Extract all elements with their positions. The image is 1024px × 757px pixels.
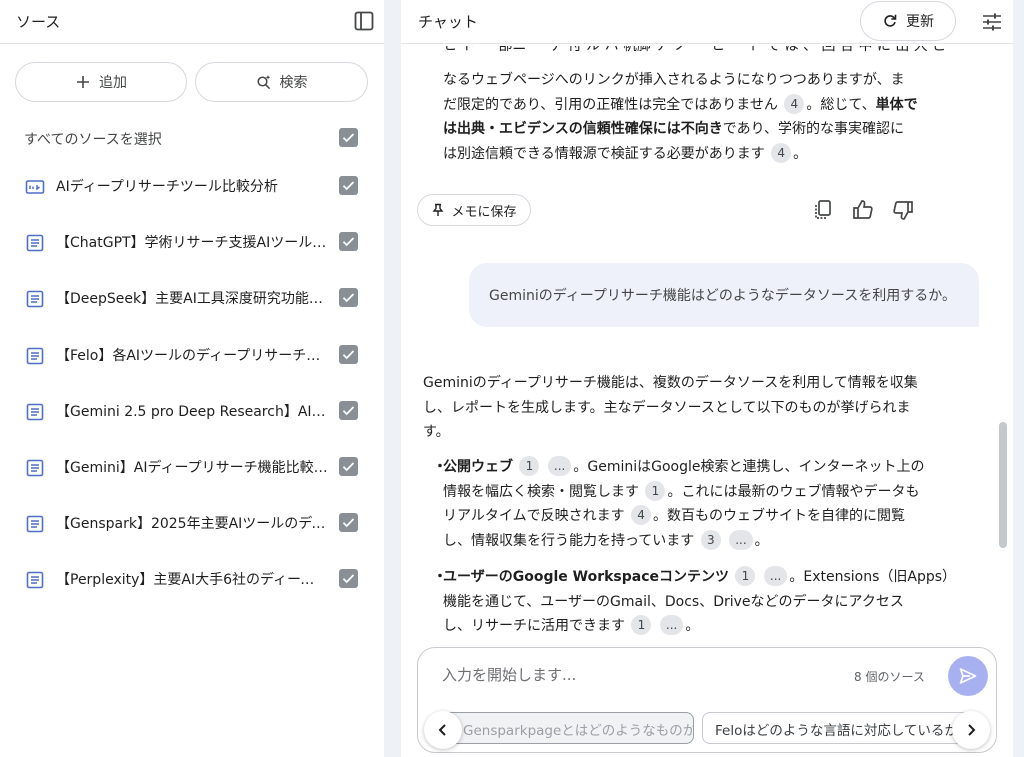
sources-panel: ソース 追加 検索 すべてのソースを選択 AIディープリサーチツール比較分析【C… <box>0 0 384 757</box>
report-icon <box>25 177 45 197</box>
refresh-label: 更新 <box>906 14 934 30</box>
check-icon <box>342 574 355 584</box>
source-item[interactable]: 【DeepSeek】主要AI工具深度研究功能详细对比 <box>0 276 384 320</box>
answer-intro: Geminiのディープリサーチ機能は、複数のデータソースを利用して情報を収集 し… <box>423 375 918 440</box>
source-item[interactable]: 【Genspark】2025年主要AIツールのディープリサーチ機能比較 <box>0 501 384 545</box>
source-checkbox[interactable] <box>339 513 358 533</box>
source-checkbox[interactable] <box>339 176 358 195</box>
source-item-title: 【Gemini】AIディープリサーチ機能比較レポート <box>56 460 328 476</box>
source-checkbox[interactable] <box>339 457 358 476</box>
check-icon <box>342 293 355 303</box>
refresh-button[interactable]: 更新 <box>860 1 956 41</box>
tune-settings-icon[interactable] <box>981 11 1003 33</box>
chat-header: チャット 更新 <box>401 0 1013 44</box>
source-checkbox[interactable] <box>339 400 358 420</box>
check-icon <box>342 349 355 359</box>
collapse-panel-icon[interactable] <box>354 11 374 31</box>
source-item[interactable]: AIディープリサーチツール比較分析 <box>0 164 384 208</box>
source-item-title: 【Perplexity】主要AI大手6社のディープリサーチ機能比較 <box>56 572 328 589</box>
citation-chip[interactable]: 4 <box>784 93 805 114</box>
document-icon <box>25 458 45 478</box>
citation-chip[interactable]: 1 <box>645 480 666 501</box>
source-item-title: 【ChatGPT】学術リサーチ支援AIツール6選：国内外製品の機能・料金を徹底比… <box>56 235 328 252</box>
chat-composer: 8 個のソース Gensparkpageとはどのようなものか。 Feloはどのよ… <box>417 647 997 753</box>
thumbs-up-icon[interactable] <box>851 198 875 222</box>
source-item-title: 【Genspark】2025年主要AIツールのディープリサーチ機能比較 <box>56 516 328 533</box>
citation-more-chip[interactable]: ... <box>763 566 788 586</box>
source-item[interactable]: 【Perplexity】主要AI大手6社のディープリサーチ機能比較 <box>0 557 384 601</box>
select-all-checkbox[interactable] <box>339 128 358 147</box>
select-all-row[interactable]: すべてのソースを選択 <box>24 125 360 151</box>
suggestions-next-button[interactable] <box>952 711 990 749</box>
check-icon <box>342 237 355 247</box>
source-checkbox[interactable] <box>339 288 358 308</box>
citation-more-chip[interactable]: ... <box>729 529 753 550</box>
document-icon <box>25 289 45 309</box>
sources-header: ソース <box>0 0 384 44</box>
suggestion-chips: Gensparkpageとはどのようなものか。 Feloはどのような言語に対応し… <box>418 712 996 746</box>
check-icon <box>342 181 355 191</box>
source-checkbox[interactable] <box>339 344 358 364</box>
chat-input[interactable] <box>442 666 822 684</box>
document-icon <box>25 233 45 253</box>
refresh-icon <box>884 14 897 27</box>
citation-more-chip[interactable]: ... <box>547 456 572 476</box>
citation-chip[interactable]: 4 <box>631 505 652 525</box>
chevron-left-icon <box>438 724 446 736</box>
source-checkbox[interactable] <box>339 569 358 589</box>
check-icon <box>342 518 355 528</box>
answer-cut-line: ヒ ト ・ 部ニ ー テ 付 ル ハ 帆脚 ア ノ ー ヒ ー ト で は 、 … <box>443 46 947 54</box>
citation-chip[interactable]: 3 <box>700 529 721 550</box>
chat-title: チャット <box>418 13 478 31</box>
check-icon <box>342 133 355 143</box>
select-all-label: すべてのソースを選択 <box>24 132 162 148</box>
plus-icon <box>77 76 89 88</box>
document-icon <box>25 402 45 422</box>
save-to-note-button[interactable]: メモに保存 <box>417 194 531 226</box>
source-item-title: 【Felo】各AIツールのディープリサーチ機能比較 <box>56 347 328 364</box>
copy-icon[interactable] <box>811 198 835 222</box>
suggestion-chip[interactable]: Feloはどのような言語に対応しているか。 <box>702 712 978 744</box>
sources-title: ソース <box>16 13 61 31</box>
source-item[interactable]: 【Gemini 2.5 pro Deep Research】AIツールのディープ… <box>0 389 384 433</box>
suggestion-chip[interactable]: Gensparkpageとはどのようなものか。 <box>436 712 694 744</box>
citation-more-chip[interactable]: ... <box>659 615 684 635</box>
source-item[interactable]: 【ChatGPT】学術リサーチ支援AIツール6選：国内外製品の機能・料金を徹底比… <box>0 220 384 264</box>
search-sparkle-icon <box>256 75 270 90</box>
answer-bullet-workspace: ・ ユーザーのGoogle Workspaceコンテンツ 1 ... 。Exten… <box>433 565 956 639</box>
source-item-title: 【Gemini 2.5 pro Deep Research】AIツールのディープ… <box>56 403 328 420</box>
citation-chip[interactable]: 1 <box>519 456 540 476</box>
check-icon <box>342 462 355 472</box>
chevron-right-icon <box>968 724 976 736</box>
search-sources-label: 検索 <box>279 75 308 91</box>
send-icon <box>959 668 977 684</box>
source-item-title: AIディープリサーチツール比較分析 <box>56 179 278 195</box>
document-icon <box>25 570 45 590</box>
document-icon <box>25 346 45 366</box>
thumbs-down-icon[interactable] <box>891 198 915 222</box>
source-item[interactable]: 【Felo】各AIツールのディープリサーチ機能比較 <box>0 333 384 377</box>
prev-answer-text: なるウェブページへのリンクが挿入されるようになりつつありますが、ま だ限定的であ… <box>443 72 918 163</box>
user-message-text: Geminiのディープリサーチ機能はどのようなデータソースを利用するか。 <box>489 288 956 304</box>
add-source-button[interactable]: 追加 <box>15 62 187 102</box>
chat-panel: チャット 更新 ヒ ト ・ 部ニ ー テ 付 ル ハ 帆脚 ア ノ ー ヒ ー … <box>401 0 1013 757</box>
citation-chip[interactable]: 1 <box>735 566 756 586</box>
check-icon <box>342 406 355 416</box>
citation-chip[interactable]: 1 <box>631 615 652 635</box>
source-item[interactable]: 【Gemini】AIディープリサーチ機能比較レポート <box>0 445 384 489</box>
user-message: Geminiのディープリサーチ機能はどのようなデータソースを利用するか。 <box>469 263 979 327</box>
send-button[interactable] <box>948 656 988 696</box>
answer-bullet-public-web: ・ 公開ウェブ 1 ... 。GeminiはGoogle検索と連携し、インターネッ… <box>433 455 924 553</box>
chat-scrollbar[interactable] <box>999 422 1007 548</box>
source-checkbox[interactable] <box>339 232 358 252</box>
pin-icon <box>433 203 444 216</box>
citation-chip[interactable]: 4 <box>771 142 792 163</box>
document-icon <box>25 514 45 534</box>
add-source-label: 追加 <box>99 75 127 91</box>
save-to-note-label: メモに保存 <box>451 204 517 220</box>
search-sources-button[interactable]: 検索 <box>195 62 368 102</box>
source-count: 8 個のソース <box>854 670 925 684</box>
suggestions-prev-button[interactable] <box>424 711 462 749</box>
source-item-title: 【DeepSeek】主要AI工具深度研究功能详细对比 <box>56 291 328 308</box>
